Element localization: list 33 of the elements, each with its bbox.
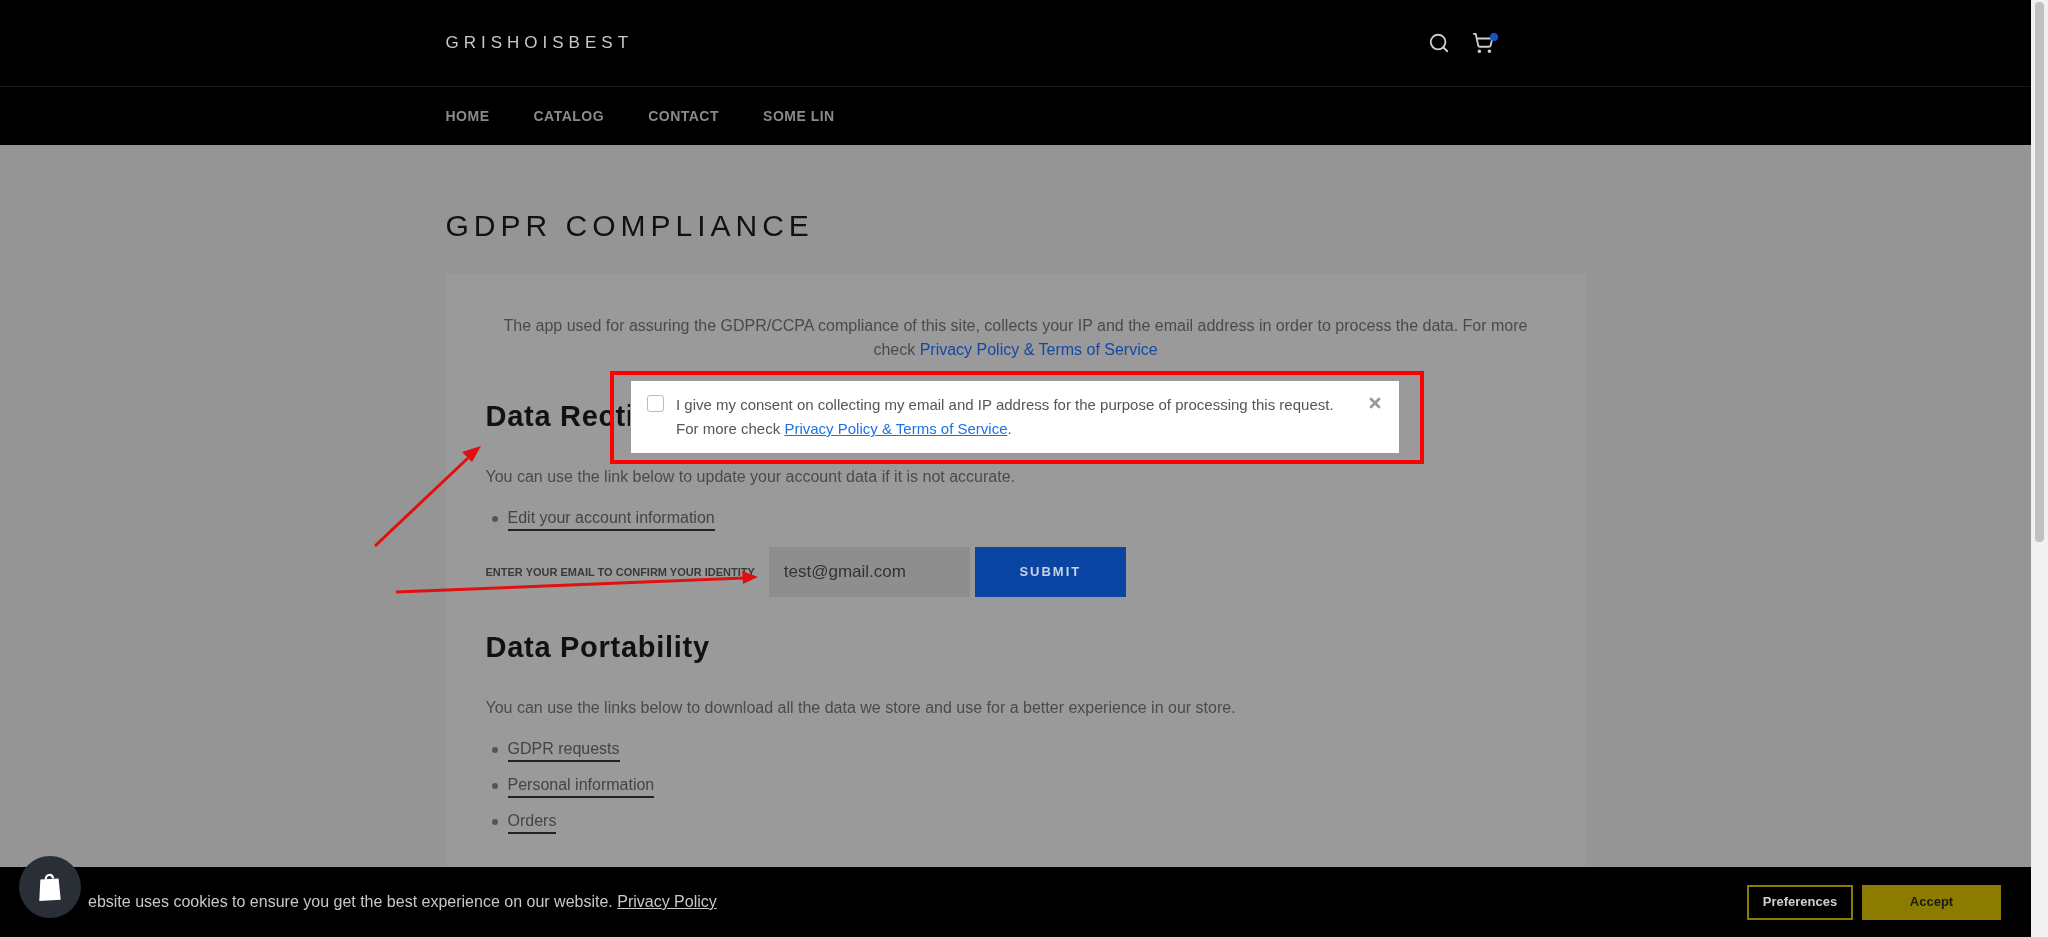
section-text: You can use the link below to update your account data if it is not accurate. (485, 467, 1016, 487)
bullet-icon (491, 783, 498, 789)
consent-privacy-link[interactable]: Privacy Policy & Terms of Service (784, 420, 1008, 437)
consent-text: I give my consent on collecting my email and IP address for the purpose of processing this request. For more check Privacy Policy & Terms of Service. (676, 395, 1335, 439)
bullet-icon (491, 819, 498, 825)
privacy-link[interactable]: Privacy Policy & Terms of Service (919, 341, 1158, 358)
nav-link[interactable]: CONTACT (648, 105, 720, 127)
intro-text: The app used for assuring the GDPR/CCPA compliance of this site, collects your IP and the email address in order to process the data. For more check Privacy Policy & Terms of Service (502, 316, 1529, 360)
nav-link[interactable]: HOME (445, 105, 490, 127)
section-link[interactable]: Orders (507, 810, 557, 834)
cookie-privacy-link[interactable]: Privacy Policy (617, 893, 717, 910)
section-link[interactable]: Edit your account information (507, 507, 715, 531)
accept-button[interactable]: Accept (1862, 884, 2001, 920)
section-text: You can use the links below to download all the data we store and use for a better experience in our store. (485, 698, 1236, 718)
cart-icon[interactable] (1471, 32, 1496, 54)
preferences-button[interactable]: Preferences (1747, 884, 1853, 920)
search-icon[interactable] (1427, 32, 1450, 54)
close-icon[interactable] (1367, 395, 1383, 411)
section-heading: Data Portability (485, 633, 710, 662)
section-link[interactable]: GDPR requests (507, 738, 620, 762)
shopping-bag-icon (37, 872, 63, 902)
submit-button[interactable]: SUBMIT (974, 547, 1126, 597)
email-field[interactable]: test@gmail.com (768, 547, 970, 597)
section-link[interactable]: Personal information (507, 774, 655, 798)
store-logo[interactable]: GRISHOISBEST (445, 30, 634, 56)
consent-checkbox[interactable] (647, 395, 664, 412)
nav-link[interactable]: CATALOG (533, 105, 605, 127)
scrollbar[interactable] (2031, 0, 2048, 937)
bullet-icon (491, 516, 498, 522)
cookie-text: ebsite uses cookies to ensure you get the best experience on our website. Privacy Policy (88, 892, 717, 912)
page-title: GDPR COMPLIANCE (445, 211, 815, 241)
nav-link[interactable]: SOME LIN (763, 105, 835, 127)
bullet-icon (491, 747, 498, 753)
